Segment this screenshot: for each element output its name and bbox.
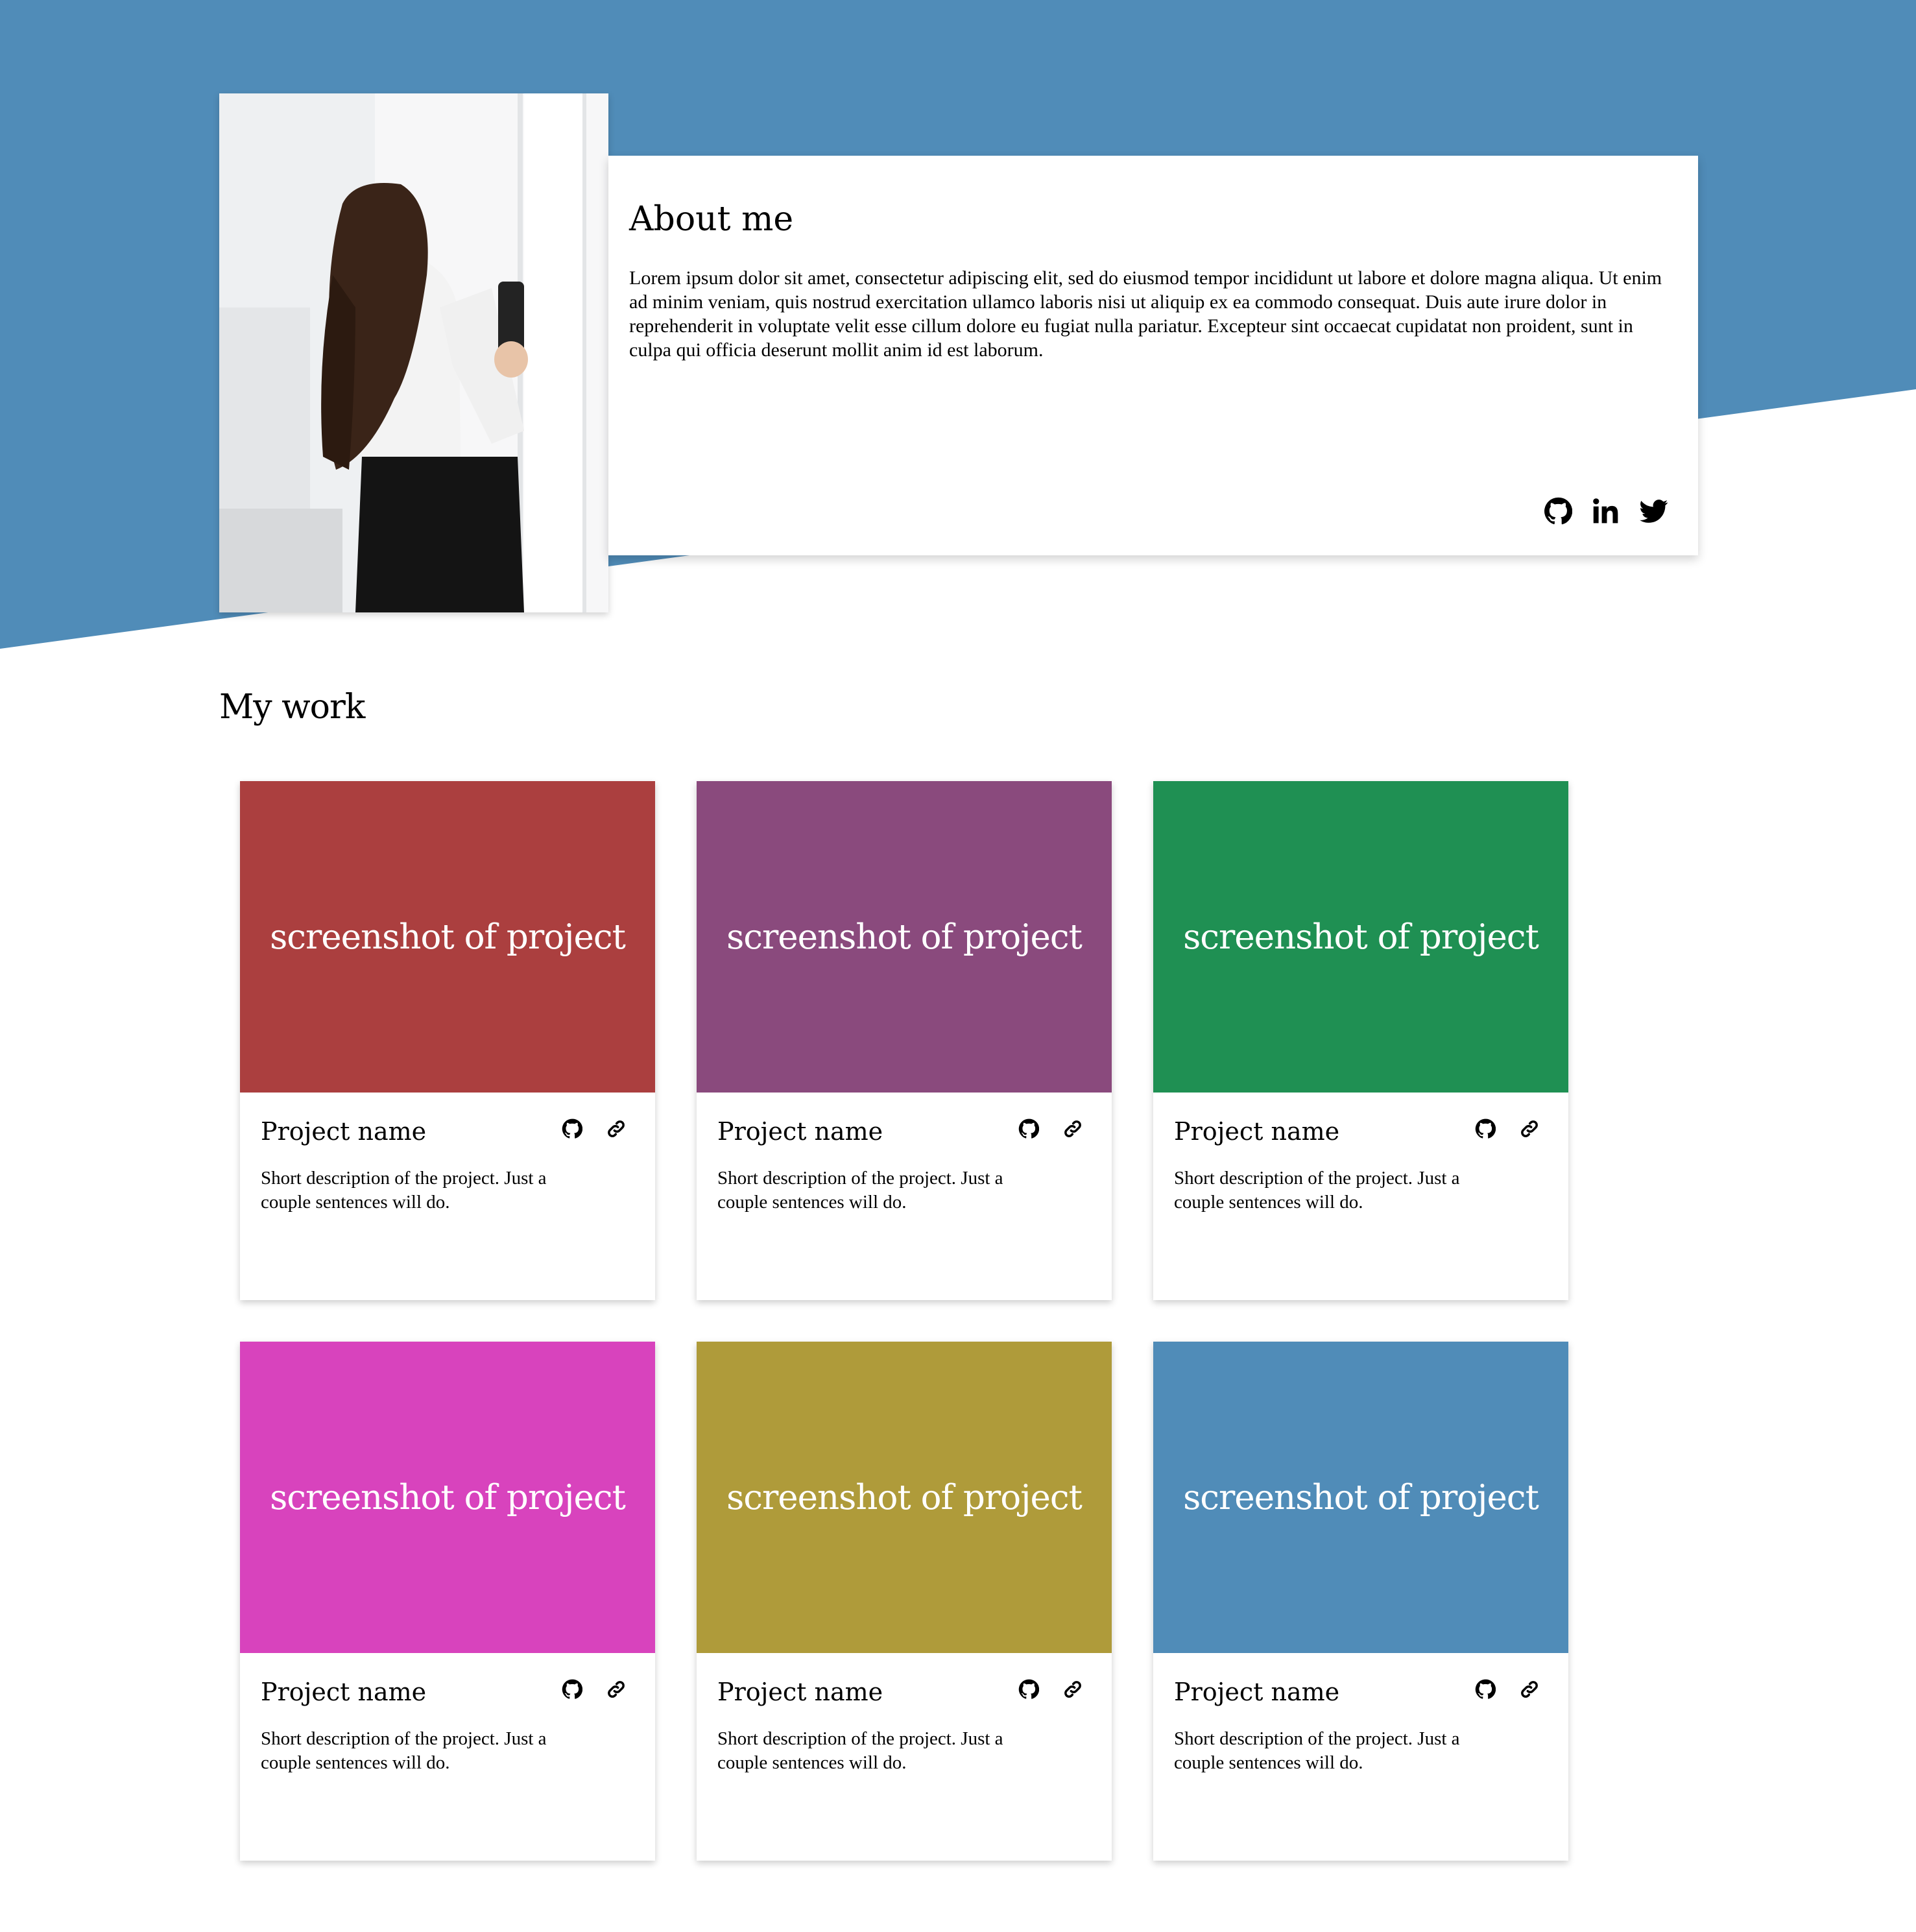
project-screenshot-label: screenshot of project	[270, 1477, 626, 1517]
project-name: Project name	[717, 1117, 883, 1146]
about-title: About me	[629, 200, 794, 239]
linkedin-icon[interactable]	[1592, 497, 1620, 525]
project-name: Project name	[1174, 1117, 1340, 1146]
project-screenshot: screenshot of project	[240, 781, 655, 1093]
project-screenshot-label: screenshot of project	[1183, 917, 1539, 957]
project-description: Short description of the project. Just a…	[1174, 1168, 1460, 1213]
link-icon[interactable]	[1519, 1118, 1540, 1139]
github-icon[interactable]	[1475, 1679, 1496, 1700]
github-icon[interactable]	[1018, 1118, 1040, 1139]
project-screenshot-label: screenshot of project	[726, 1477, 1083, 1517]
project-screenshot-label: screenshot of project	[726, 917, 1083, 957]
project-screenshot: screenshot of project	[240, 1342, 655, 1653]
github-icon[interactable]	[1018, 1679, 1040, 1700]
project-description: Short description of the project. Just a…	[717, 1728, 1003, 1773]
project-card: screenshot of project Project name Short d…	[697, 781, 1112, 1300]
project-card: screenshot of project Project name Short d…	[1153, 781, 1568, 1300]
github-icon[interactable]	[562, 1679, 583, 1700]
about-text: Lorem ipsum dolor sit amet, consectetur …	[629, 267, 1662, 361]
project-name: Project name	[1174, 1678, 1340, 1706]
project-links	[562, 1118, 627, 1139]
project-screenshot: screenshot of project	[697, 781, 1112, 1093]
twitter-icon[interactable]	[1640, 497, 1668, 525]
project-name: Project name	[717, 1678, 883, 1706]
project-card: screenshot of project Project name Short d…	[1153, 1342, 1568, 1861]
project-description: Short description of the project. Just a…	[261, 1728, 547, 1773]
project-links	[1018, 1118, 1083, 1139]
project-card: screenshot of project Project name Short d…	[240, 1342, 655, 1861]
project-screenshot: screenshot of project	[1153, 781, 1568, 1093]
project-screenshot-label: screenshot of project	[1183, 1477, 1539, 1517]
project-name: Project name	[261, 1678, 427, 1706]
my-work-title: My work	[219, 688, 365, 727]
github-icon[interactable]	[562, 1118, 583, 1139]
link-icon[interactable]	[606, 1679, 627, 1700]
project-screenshot: screenshot of project	[1153, 1342, 1568, 1653]
link-icon[interactable]	[1062, 1118, 1083, 1139]
project-links	[1475, 1118, 1540, 1139]
project-links	[1475, 1679, 1540, 1700]
project-card: screenshot of project Project name Short d…	[697, 1342, 1112, 1861]
link-icon[interactable]	[1519, 1679, 1540, 1700]
profile-photo	[219, 93, 608, 612]
social-links	[1544, 497, 1668, 525]
project-description: Short description of the project. Just a…	[261, 1168, 547, 1213]
about-card: About me Lorem ipsum dolor sit amet, con…	[608, 156, 1698, 555]
project-card: screenshot of project Project name Short d…	[240, 781, 655, 1300]
project-description: Short description of the project. Just a…	[717, 1168, 1003, 1213]
project-screenshot: screenshot of project	[697, 1342, 1112, 1653]
project-links	[562, 1679, 627, 1700]
github-icon[interactable]	[1544, 497, 1573, 525]
project-screenshot-label: screenshot of project	[270, 917, 626, 957]
project-links	[1018, 1679, 1083, 1700]
github-icon[interactable]	[1475, 1118, 1496, 1139]
project-name: Project name	[261, 1117, 427, 1146]
link-icon[interactable]	[606, 1118, 627, 1139]
link-icon[interactable]	[1062, 1679, 1083, 1700]
project-description: Short description of the project. Just a…	[1174, 1728, 1460, 1773]
